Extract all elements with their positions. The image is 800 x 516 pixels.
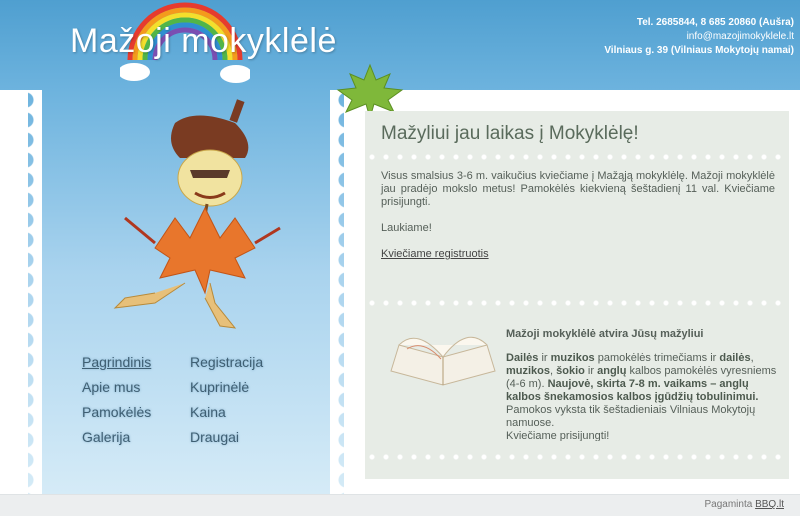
promo-text: Dailės ir muzikos pamokėlės trimečiams i… xyxy=(381,352,779,441)
page-title: Mažyliui jau laikas į Mokyklėlę! xyxy=(381,123,639,144)
promo-text-run: Pamokos vyksta tik šeštadieniais Vilniau… xyxy=(506,404,756,429)
nav-item-apie-mus[interactable]: Apie mus xyxy=(82,379,190,395)
welcome-text: Laukiame! xyxy=(381,222,432,234)
contact-info: Tel. 2685844, 8 685 20860 (Aušra) info@m… xyxy=(604,16,794,58)
promo-bold: muzikos xyxy=(550,352,595,364)
footer-made-by: Pagaminta xyxy=(704,499,753,510)
contact-address: Vilniaus g. 39 (Vilniaus Mokytojų namai) xyxy=(604,45,794,56)
star-divider xyxy=(365,297,789,309)
scallop-edge-right xyxy=(330,90,346,494)
promo-text-run: , xyxy=(750,352,754,364)
main-navigation: Pagrindinis Registracija Apie mus Kuprin… xyxy=(82,354,302,445)
nav-item-pamokeles[interactable]: Pamokėlės xyxy=(82,404,190,420)
promo-bold: muzikos xyxy=(506,365,551,377)
footer: Pagaminta BBQ.lt xyxy=(0,494,800,516)
acorn-leaf-character-illustration xyxy=(113,99,281,329)
intro-text: Visus smalsius 3-6 m. vaikučius kviečiam… xyxy=(381,170,775,274)
contact-phone: Tel. 2685844, 8 685 20860 (Aušra) xyxy=(636,17,794,28)
nav-item-kaina[interactable]: Kaina xyxy=(190,404,298,420)
promo-bold: anglų xyxy=(597,365,627,377)
nav-item-kuprinele[interactable]: Kuprinėlė xyxy=(190,379,298,395)
promo-bold: Dailės xyxy=(506,352,539,364)
promo-bold: dailės xyxy=(719,352,751,364)
promo-title: Mažoji mokyklėlė atvira Jūsų mažyliui xyxy=(506,328,704,340)
intro-paragraph: Visus smalsius 3-6 m. vaikučius kviečiam… xyxy=(381,170,775,208)
footer-credit: Pagaminta BBQ.lt xyxy=(705,499,785,510)
register-link[interactable]: Kviečiame registruotis xyxy=(381,248,489,260)
left-margin xyxy=(0,90,28,494)
promo-bold: šokio xyxy=(556,365,585,377)
nav-item-registracija[interactable]: Registracija xyxy=(190,354,298,370)
promo-text-run: pamokėlės trimečiams ir xyxy=(594,352,720,364)
main-content-panel: Mažyliui jau laikas į Mokyklėlę! Visus s… xyxy=(365,111,789,479)
footer-credit-link[interactable]: BBQ.lt xyxy=(755,499,784,510)
site-logo[interactable]: Mažoji mokyklėlė xyxy=(70,22,337,61)
nav-item-draugai[interactable]: Draugai xyxy=(190,429,298,445)
promo-join-text: Kviečiame prisijungti! xyxy=(506,430,610,441)
nav-item-pagrindinis[interactable]: Pagrindinis xyxy=(82,354,190,370)
star-divider xyxy=(365,451,789,463)
promo-text-run: ir xyxy=(584,365,598,377)
promo-text-run: ir xyxy=(538,352,551,364)
star-divider xyxy=(365,151,789,163)
scallop-edge-left xyxy=(26,90,42,494)
contact-email[interactable]: info@mazojimokyklele.lt xyxy=(604,30,794,44)
nav-item-galerija[interactable]: Galerija xyxy=(82,429,190,445)
promo-block: Mažoji mokyklėlė atvira Jūsų mažyliui Da… xyxy=(365,323,789,441)
